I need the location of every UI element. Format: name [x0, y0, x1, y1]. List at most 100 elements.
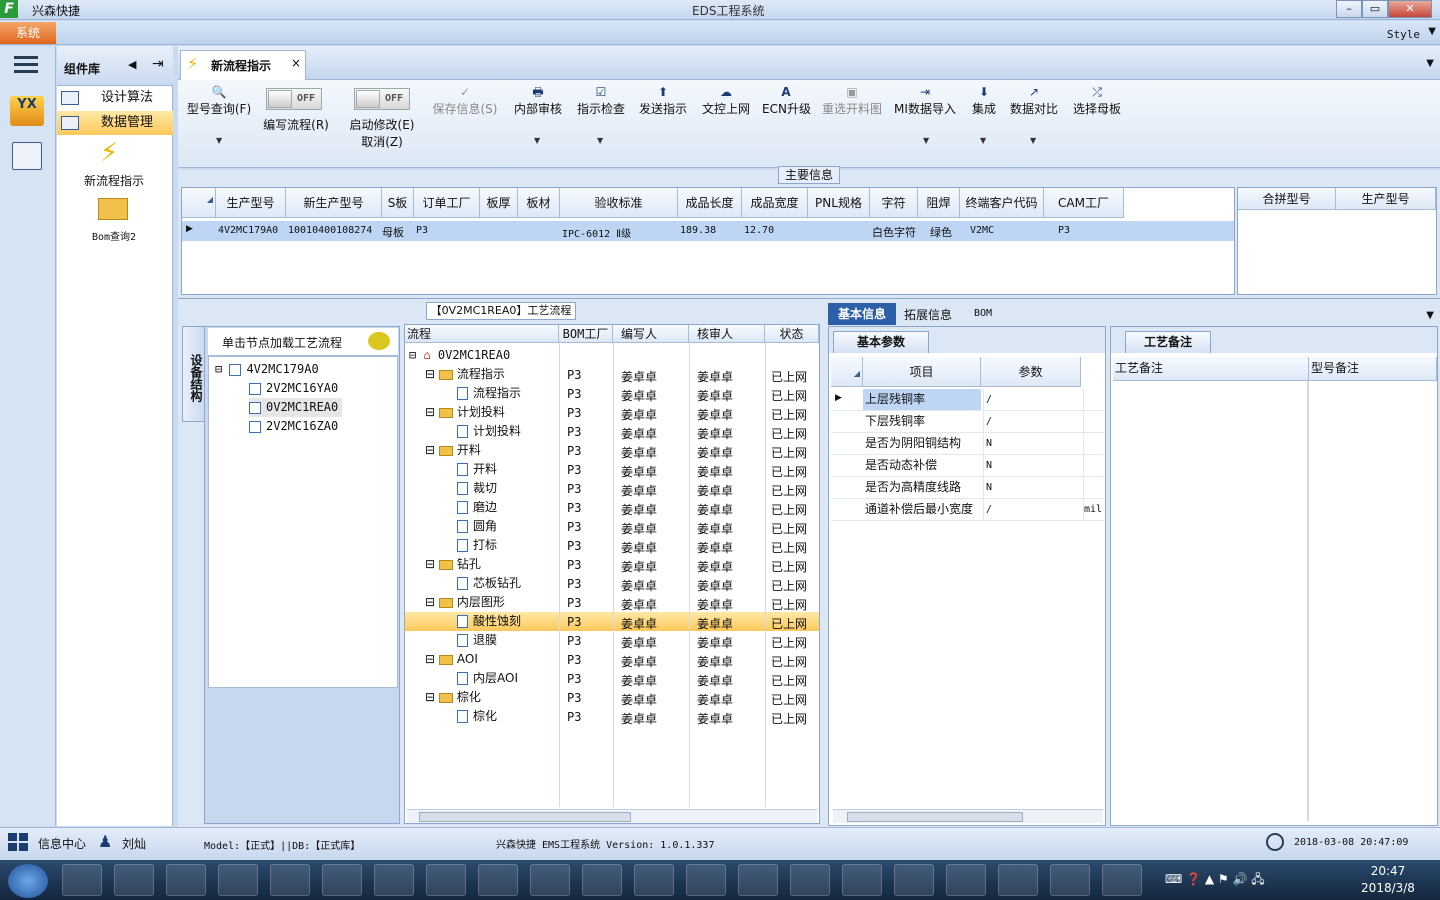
- model-query-button[interactable]: 🔍 型号查询(F): [184, 84, 254, 117]
- model-query-dropdown-icon[interactable]: ▼: [216, 136, 222, 145]
- save-disk-icon[interactable]: [322, 864, 362, 896]
- ecn-upgrade-button[interactable]: A ECN升级: [762, 84, 811, 117]
- param-row[interactable]: 是否为高精度线路 N: [831, 477, 1103, 499]
- app-f-icon[interactable]: [166, 864, 206, 896]
- flow-tree-grid[interactable]: 流程 BOM工厂 编写人 核审人 状态 ⊟ ⌂ 0V2MC1REA0 ⊟ 流程指…: [404, 324, 820, 824]
- flow-row[interactable]: 芯板钻孔 P3 姜卓卓 姜卓卓 已上网: [405, 574, 819, 593]
- col-header[interactable]: 项目: [863, 357, 981, 387]
- style-dropdown-icon[interactable]: ▼: [1428, 26, 1436, 37]
- doc-online-button[interactable]: ☁ 文控上网: [698, 84, 754, 117]
- pdf-icon[interactable]: [582, 864, 622, 896]
- acrobat-icon[interactable]: [634, 864, 674, 896]
- start-button-icon[interactable]: [8, 864, 48, 898]
- internal-review-dropdown-icon[interactable]: ▼: [534, 136, 540, 145]
- merge-model-grid[interactable]: 合拼型号 生产型号: [1237, 187, 1437, 295]
- info-center-link[interactable]: 信息中心: [38, 835, 86, 852]
- col-header[interactable]: 成品宽度: [742, 188, 808, 218]
- collapse-icon[interactable]: ⊟: [425, 367, 439, 381]
- flow-row[interactable]: ⊟ 内层图形 P3 姜卓卓 姜卓卓 已上网: [405, 593, 819, 612]
- flow-root-node[interactable]: ⊟ ⌂ 0V2MC1REA0: [409, 346, 510, 365]
- excel-icon[interactable]: [374, 864, 414, 896]
- tree-node[interactable]: 2V2MC16ZA0: [249, 417, 338, 436]
- col-header[interactable]: 流程: [405, 325, 559, 343]
- tab-process-remark[interactable]: 工艺备注: [1125, 331, 1211, 353]
- col-header[interactable]: 订单工厂: [414, 188, 480, 218]
- param-row[interactable]: 是否动态补偿 N: [831, 455, 1103, 477]
- system-tray-icons[interactable]: ⌨ ❓ ▲ ⚑ 🔊 🖧: [1165, 870, 1345, 890]
- col-header[interactable]: 终端客户代码: [960, 188, 1044, 218]
- instruction-check-button[interactable]: ☑ 指示检查: [574, 84, 628, 117]
- reselect-cut-chart-button[interactable]: ▣ 重选开料图: [818, 84, 886, 117]
- calculator-icon[interactable]: [686, 864, 726, 896]
- param-value[interactable]: N: [983, 433, 1083, 454]
- flow-row[interactable]: 棕化 P3 姜卓卓 姜卓卓 已上网: [405, 707, 819, 726]
- flow-row[interactable]: 磨边 P3 姜卓卓 姜卓卓 已上网: [405, 498, 819, 517]
- scroll-thumb[interactable]: [419, 812, 631, 822]
- monitor-icon[interactable]: [998, 864, 1038, 896]
- tool-new-flow-label[interactable]: 新流程指示: [60, 172, 168, 189]
- collapse-icon[interactable]: ⊟: [425, 652, 439, 666]
- ie-browser-icon[interactable]: [114, 864, 154, 896]
- col-header[interactable]: 成品长度: [678, 188, 742, 218]
- minimize-button[interactable]: –: [1336, 0, 1362, 18]
- tabs-dropdown-icon[interactable]: ▼: [1426, 310, 1434, 321]
- param-value[interactable]: N: [983, 455, 1083, 476]
- system-menu-button[interactable]: 系统: [0, 22, 56, 44]
- excel-window-icon[interactable]: [790, 864, 830, 896]
- excel-icon[interactable]: [530, 864, 570, 896]
- col-header[interactable]: 新生产型号: [286, 188, 382, 218]
- data-compare-button[interactable]: ↗ 数据对比: [1008, 84, 1060, 117]
- app-red-g-icon[interactable]: [62, 864, 102, 896]
- data-compare-dropdown-icon[interactable]: ▼: [1030, 136, 1036, 145]
- pin-icon[interactable]: ⇥: [152, 56, 164, 72]
- tab-basic-params[interactable]: 基本参数: [833, 331, 929, 353]
- eye-app-icon[interactable]: [738, 864, 778, 896]
- param-row[interactable]: 下层残铜率 /: [831, 411, 1103, 433]
- params-horizontal-scrollbar[interactable]: [833, 809, 1103, 823]
- flow-row[interactable]: ⊟ 流程指示 P3 姜卓卓 姜卓卓 已上网: [405, 365, 819, 384]
- col-header[interactable]: 板厚: [480, 188, 518, 218]
- param-value[interactable]: /: [983, 499, 1083, 520]
- save-info-button[interactable]: ✓ 保存信息(S): [428, 84, 502, 117]
- param-row[interactable]: ▶ 上层残铜率 /: [831, 389, 1103, 411]
- col-header[interactable]: CAM工厂: [1044, 188, 1124, 218]
- excel-window-icon[interactable]: [842, 864, 882, 896]
- col-header[interactable]: S板: [382, 188, 414, 218]
- col-header[interactable]: 参数: [981, 357, 1081, 387]
- flow-horizontal-scrollbar[interactable]: [407, 809, 817, 823]
- internal-review-button[interactable]: 🖶 内部审核: [510, 84, 566, 117]
- side-tab-device-structure[interactable]: 设备结构: [182, 326, 206, 422]
- collapse-icon[interactable]: ⊟: [425, 405, 439, 419]
- param-row[interactable]: 通道补偿后最小宽度 / mil: [831, 499, 1103, 521]
- tree-node-selected[interactable]: 0V2MC1REA0: [249, 398, 343, 417]
- start-modify-toggle[interactable]: OFF: [354, 88, 410, 110]
- edit-flow-toggle[interactable]: OFF: [266, 88, 322, 110]
- col-header[interactable]: 核审人: [689, 325, 765, 343]
- flow-row[interactable]: 计划投料 P3 姜卓卓 姜卓卓 已上网: [405, 422, 819, 441]
- flow-row[interactable]: 内层AOI P3 姜卓卓 姜卓卓 已上网: [405, 669, 819, 688]
- param-row[interactable]: 是否为阴阳铜结构 N: [831, 433, 1103, 455]
- col-header[interactable]: BOM工厂: [559, 325, 613, 343]
- tab-bom[interactable]: BOM: [974, 308, 992, 319]
- instruction-check-dropdown-icon[interactable]: ▼: [597, 136, 603, 145]
- integrate-button[interactable]: ⬇ 集成: [966, 84, 1002, 117]
- tab-list-dropdown-icon[interactable]: ▼: [1426, 58, 1434, 69]
- col-header[interactable]: 型号备注: [1309, 357, 1437, 381]
- word-doc-icon[interactable]: [270, 864, 310, 896]
- collapse-icon[interactable]: ⊟: [425, 557, 439, 571]
- tab-close-icon[interactable]: ×: [291, 56, 301, 70]
- param-value[interactable]: /: [983, 411, 1083, 432]
- close-button[interactable]: ✕: [1388, 0, 1432, 18]
- flow-row[interactable]: ⊟ 棕化 P3 姜卓卓 姜卓卓 已上网: [405, 688, 819, 707]
- flow-row[interactable]: 圆角 P3 姜卓卓 姜卓卓 已上网: [405, 517, 819, 536]
- main-info-grid[interactable]: ◢ 生产型号 新生产型号 S板 订单工厂 板厚 板材 验收标准 成品长度 成品宽…: [181, 187, 1235, 295]
- word-doc-icon[interactable]: [218, 864, 258, 896]
- col-header[interactable]: PNL规格: [808, 188, 870, 218]
- col-header[interactable]: 生产型号: [216, 188, 286, 218]
- flow-row[interactable]: 流程指示 P3 姜卓卓 姜卓卓 已上网: [405, 384, 819, 403]
- lightning-icon[interactable]: ⚡: [100, 138, 118, 168]
- mi-data-import-button[interactable]: ⇥ MI数据导入: [892, 84, 958, 117]
- flow-row[interactable]: 打标 P3 姜卓卓 姜卓卓 已上网: [405, 536, 819, 555]
- flow-row[interactable]: 开料 P3 姜卓卓 姜卓卓 已上网: [405, 460, 819, 479]
- text-editor-icon[interactable]: [946, 864, 986, 896]
